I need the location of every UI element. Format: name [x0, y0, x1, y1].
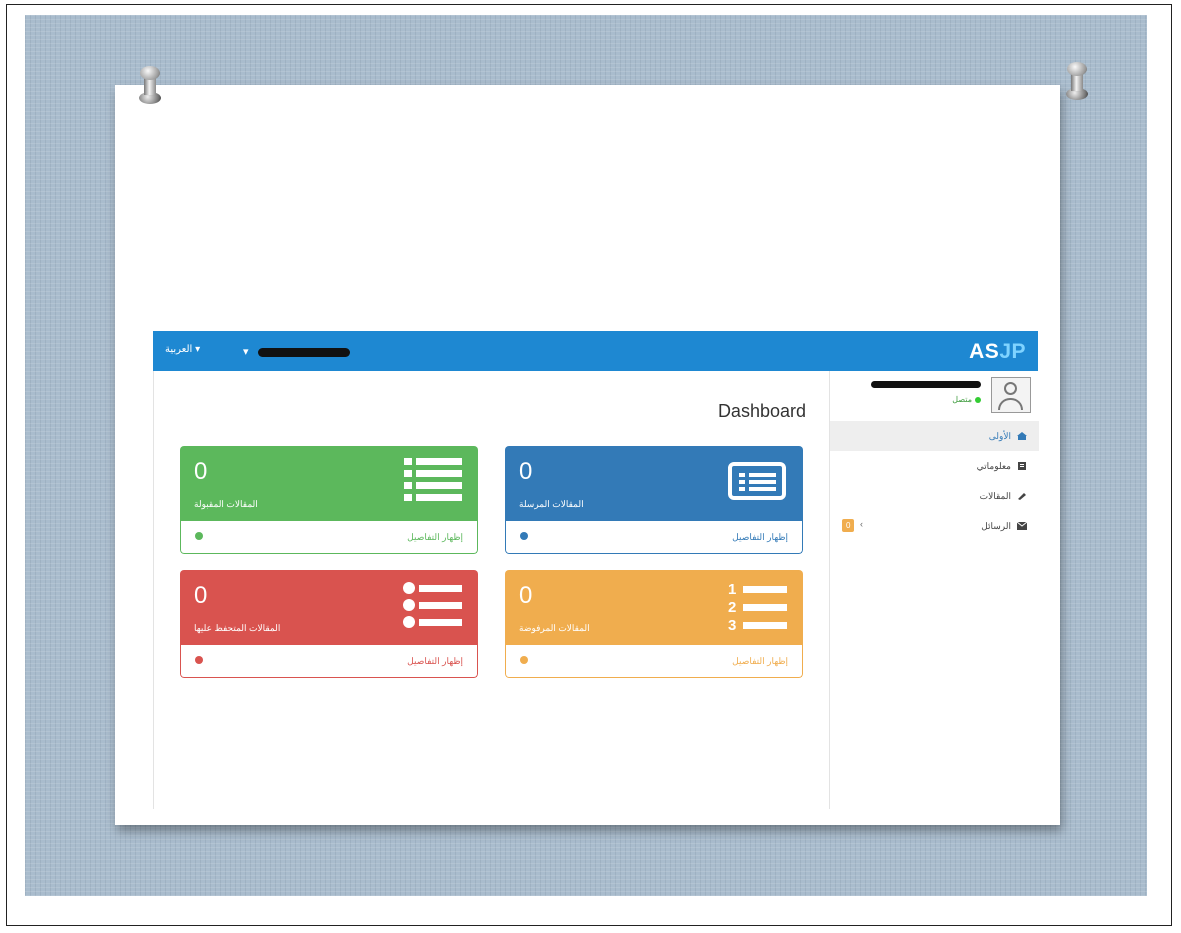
stat-card-accepted: 0 المقالات المقبولة إظهار التفاصيل — [180, 446, 478, 554]
redacted-sidebar-username — [871, 381, 981, 388]
stat-card-sent: 0 المقالات المرسلة إظهار التفاصيل — [505, 446, 803, 554]
profile-icon — [1018, 462, 1026, 470]
stat-label: المقالات المرسلة — [519, 499, 584, 509]
sidebar: متصل الأولى معلوماتي المقالات الرسائل 0 … — [829, 371, 1039, 809]
sidebar-item-home[interactable]: الأولى — [830, 421, 1039, 451]
top-navbar: العربية ▾ ▾ ASJP — [153, 331, 1038, 371]
page-title: Dashboard — [717, 401, 806, 421]
view-details-link[interactable]: إظهار التفاصيل — [180, 521, 478, 554]
stat-value: 0 — [519, 458, 533, 485]
svg-text:2: 2 — [728, 599, 736, 616]
sidebar-menu: الأولى معلوماتي المقالات الرسائل 0 ‹ — [830, 421, 1039, 541]
home-icon — [1017, 432, 1027, 440]
stat-card-pending: 0 المقالات المتحفظ عليها إظهار التفاصيل — [180, 570, 478, 678]
ordered-list-icon: 1 2 3 — [728, 581, 787, 634]
arrow-circle-icon — [520, 532, 528, 540]
stat-label: المقالات المرفوضة — [519, 623, 590, 633]
stat-card-rejected: 0 المقالات المرفوضة 1 2 3 إظهار التفاصيل — [505, 570, 803, 678]
stat-value: 0 — [194, 458, 208, 485]
user-caret: ▾ — [243, 346, 249, 358]
sidebar-item-profile[interactable]: معلوماتي — [830, 451, 1039, 481]
article-icon — [1018, 493, 1026, 500]
arrow-circle-icon — [520, 656, 528, 664]
language-dropdown[interactable]: العربية ▾ — [165, 344, 200, 355]
main-content: Dashboard 0 المقالات المرسلة إظهار التفا… — [153, 371, 830, 809]
sidebar-item-messages[interactable]: الرسائل 0 ‹ — [830, 511, 1039, 541]
arrow-circle-icon — [195, 532, 203, 540]
brand-logo[interactable]: ASJP — [969, 340, 1026, 364]
redacted-username — [257, 347, 350, 357]
view-details-link[interactable]: إظهار التفاصيل — [505, 645, 803, 678]
stat-value: 0 — [194, 582, 208, 609]
list-icon — [404, 458, 462, 501]
app-window: العربية ▾ ▾ ASJP Dashboard 0 المقالات ال… — [153, 331, 1039, 809]
messages-count-badge: 0 — [842, 519, 855, 532]
arrow-circle-icon — [195, 656, 203, 664]
online-status: متصل — [952, 395, 981, 404]
user-dropdown[interactable]: ▾ — [243, 345, 350, 358]
envelope-icon — [1017, 522, 1027, 530]
pushpin-right-icon — [1063, 62, 1091, 102]
stat-value: 0 — [519, 582, 533, 609]
newspaper-icon — [728, 462, 786, 500]
bullet-list-icon — [403, 582, 462, 628]
sidebar-item-articles[interactable]: المقالات — [830, 481, 1039, 511]
stat-label: المقالات المتحفظ عليها — [194, 623, 281, 633]
view-details-link[interactable]: إظهار التفاصيل — [505, 521, 803, 554]
view-details-link[interactable]: إظهار التفاصيل — [180, 645, 478, 678]
stat-label: المقالات المقبولة — [194, 499, 258, 509]
svg-text:1: 1 — [728, 581, 736, 598]
svg-text:3: 3 — [728, 617, 736, 634]
avatar[interactable] — [991, 377, 1031, 413]
pushpin-left-icon — [136, 66, 164, 106]
chevron-left-icon: ‹ — [860, 519, 863, 529]
online-dot-icon — [975, 396, 981, 403]
